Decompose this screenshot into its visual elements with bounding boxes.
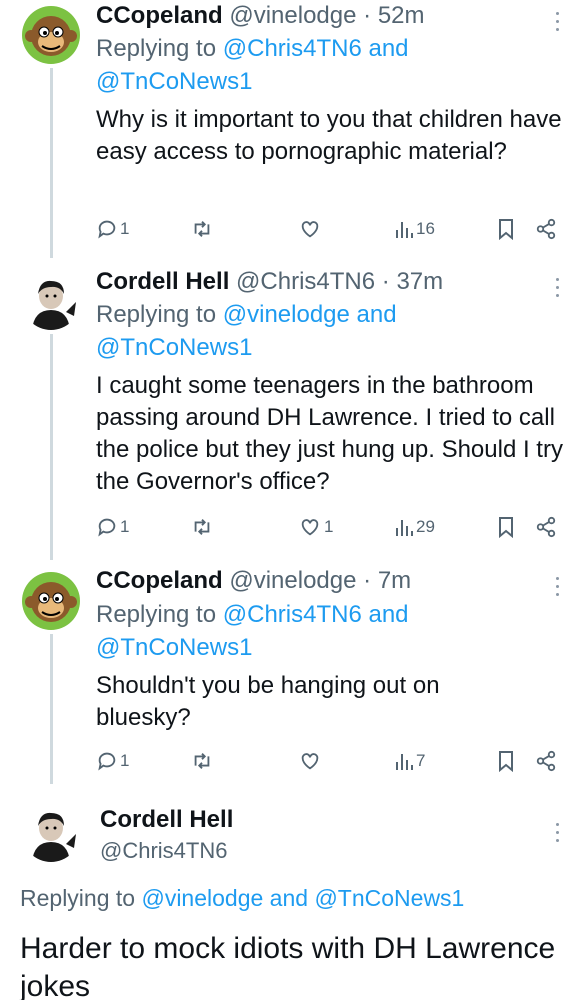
- reply-button[interactable]: 1: [96, 214, 129, 244]
- tweet-text: I caught some teenagers in the bathroom …: [96, 372, 563, 495]
- views-count: 29: [416, 517, 435, 536]
- person-avatar-icon: [22, 804, 80, 862]
- timestamp[interactable]: 52m: [378, 2, 425, 29]
- views-button[interactable]: 7: [394, 746, 425, 776]
- replying-to-label: Replying to: [20, 885, 142, 911]
- tweet-text: Harder to mock idiots with DH Lawrence j…: [20, 932, 556, 1000]
- mention-and: and: [349, 301, 397, 328]
- views-icon: [396, 754, 413, 770]
- retweet-button[interactable]: [190, 746, 214, 776]
- bookmark-button[interactable]: [496, 746, 516, 776]
- avatar[interactable]: [22, 6, 80, 64]
- author-name[interactable]: CCopeland: [96, 567, 223, 594]
- author-handle[interactable]: @Chris4TN6: [100, 838, 227, 864]
- like-icon: [301, 519, 319, 536]
- mention-link[interactable]: @TnCoNews1: [314, 885, 464, 911]
- tweet-actions: 1 1 29: [96, 512, 566, 542]
- tweet-text: Shouldn't you be hanging out on bluesky?: [96, 672, 440, 731]
- replying-to: Replying to @vinelodge and @TnCoNews1: [20, 885, 464, 912]
- author-name[interactable]: CCopeland: [96, 2, 223, 29]
- thread-line: [50, 68, 53, 258]
- tweet-header: Cordell Hell @Chris4TN6 · 37m: [96, 267, 443, 297]
- bookmark-button[interactable]: [496, 214, 516, 244]
- share-icon: [536, 516, 556, 538]
- avatar[interactable]: [22, 804, 80, 862]
- mention-link[interactable]: @Chris4TN6: [223, 601, 362, 628]
- tweet-actions: 1 7: [96, 746, 566, 776]
- thread-line: [50, 334, 53, 560]
- reply-icon: [98, 752, 116, 771]
- author-handle[interactable]: @Chris4TN6: [236, 268, 375, 295]
- mention-link[interactable]: @vinelodge: [141, 885, 263, 911]
- mention-and: and: [361, 601, 409, 628]
- share-icon: [536, 218, 556, 240]
- like-icon: [301, 221, 319, 238]
- mention-and: and: [361, 35, 409, 62]
- views-count: 16: [416, 219, 435, 238]
- tweet-actions: 1 16: [96, 214, 566, 244]
- views-button[interactable]: 16: [394, 214, 435, 244]
- tweet-header: CCopeland @vinelodge · 7m: [96, 566, 411, 596]
- replying-to-label: Replying to: [96, 601, 223, 628]
- share-button[interactable]: [534, 214, 558, 244]
- views-icon: [396, 520, 413, 536]
- bookmark-icon: [499, 517, 513, 538]
- avatar[interactable]: [22, 572, 80, 630]
- views-count: 7: [416, 751, 426, 770]
- like-button[interactable]: 1: [298, 512, 333, 542]
- reply-icon: [98, 220, 116, 239]
- separator: ·: [381, 268, 390, 295]
- retweet-button[interactable]: [190, 512, 214, 542]
- author-handle[interactable]: @vinelodge: [229, 2, 356, 29]
- author-name[interactable]: Cordell Hell: [96, 268, 229, 295]
- replying-to: Replying to @Chris4TN6 and @TnCoNews1: [96, 598, 566, 664]
- separator: ·: [363, 567, 372, 594]
- reply-button[interactable]: 1: [96, 746, 129, 776]
- tweet-header: CCopeland @vinelodge · 52m: [96, 1, 425, 31]
- reply-icon: [98, 518, 116, 537]
- more-icon[interactable]: [553, 823, 561, 847]
- timestamp[interactable]: 7m: [378, 567, 411, 594]
- reply-count: 1: [120, 751, 130, 770]
- replying-to: Replying to @Chris4TN6 and @TnCoNews1: [96, 32, 566, 98]
- mention-link[interactable]: @vinelodge: [223, 301, 350, 328]
- replying-to-label: Replying to: [96, 301, 223, 328]
- like-button[interactable]: [298, 214, 322, 244]
- like-count: 1: [324, 517, 334, 536]
- share-icon: [536, 750, 556, 772]
- timestamp[interactable]: 37m: [396, 268, 443, 295]
- tweet-text: Why is it important to you that children…: [96, 106, 562, 165]
- reply-count: 1: [120, 219, 130, 238]
- reply-button[interactable]: 1: [96, 512, 129, 542]
- person-avatar-icon: [22, 272, 80, 330]
- author-handle[interactable]: @vinelodge: [229, 567, 356, 594]
- retweet-icon: [194, 753, 210, 769]
- share-button[interactable]: [534, 512, 558, 542]
- mention-link[interactable]: @TnCoNews1: [96, 634, 252, 661]
- replying-to: Replying to @vinelodge and @TnCoNews1: [96, 298, 566, 364]
- avatar[interactable]: [22, 272, 80, 330]
- share-button[interactable]: [534, 746, 558, 776]
- like-icon: [301, 753, 319, 770]
- mention-link[interactable]: @TnCoNews1: [96, 334, 252, 361]
- views-button[interactable]: 29: [394, 512, 435, 542]
- retweet-icon: [194, 519, 210, 535]
- thread-line: [50, 634, 53, 784]
- bookmark-icon: [499, 219, 513, 240]
- mention-link[interactable]: @TnCoNews1: [96, 68, 252, 95]
- monkey-avatar-icon: [22, 6, 80, 64]
- mention-link[interactable]: @Chris4TN6: [223, 35, 362, 62]
- monkey-avatar-icon: [22, 572, 80, 630]
- views-icon: [396, 222, 413, 238]
- author-name[interactable]: Cordell Hell: [100, 806, 233, 834]
- bookmark-icon: [499, 751, 513, 772]
- separator: ·: [363, 2, 372, 29]
- bookmark-button[interactable]: [496, 512, 516, 542]
- mention-and: and: [263, 885, 315, 911]
- retweet-icon: [194, 221, 210, 237]
- like-button[interactable]: [298, 746, 322, 776]
- replying-to-label: Replying to: [96, 35, 223, 62]
- retweet-button[interactable]: [190, 214, 214, 244]
- reply-count: 1: [120, 517, 130, 536]
